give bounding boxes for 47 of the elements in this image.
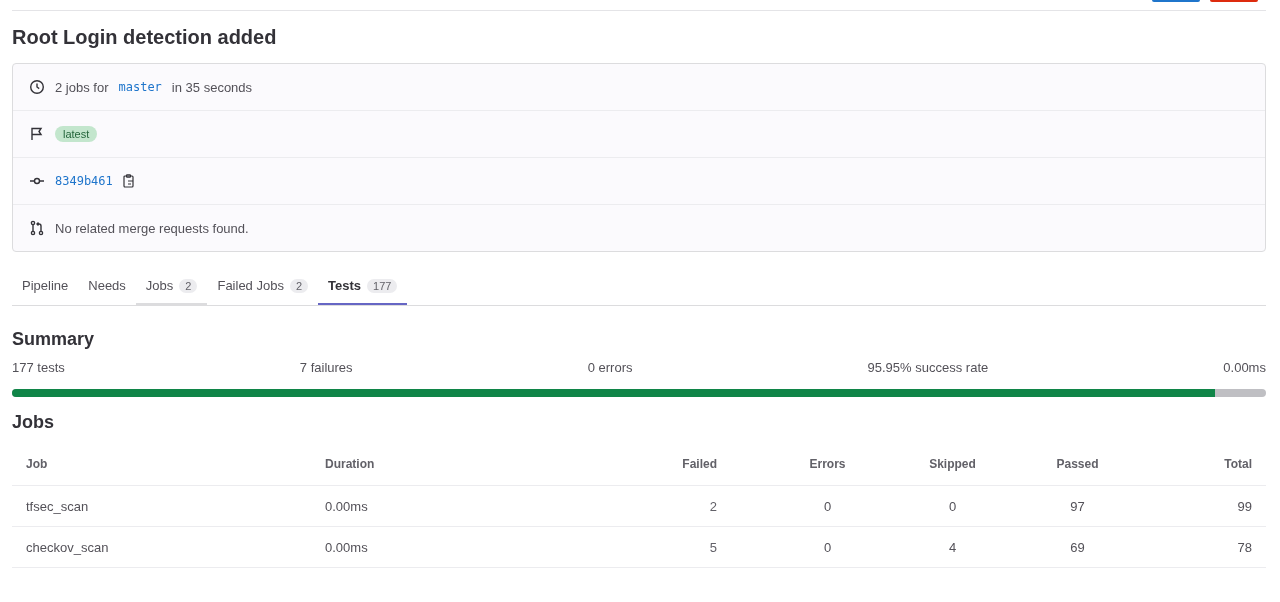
- duration-text: in 35 seconds: [171, 79, 253, 95]
- latest-badge: latest: [55, 126, 98, 142]
- table-cell: 0.00ms: [325, 498, 368, 514]
- table-cell-text: 5: [709, 539, 718, 555]
- column-header: Total: [1224, 457, 1252, 471]
- table-cell: 0: [948, 498, 957, 514]
- jobs-heading: Jobs: [12, 411, 55, 433]
- table-cell: 69: [1070, 539, 1085, 555]
- flag-icon: [29, 126, 45, 142]
- copy-icon[interactable]: [122, 174, 135, 188]
- table-cell: 78: [1237, 539, 1252, 555]
- column-header: Failed: [682, 457, 718, 471]
- tab[interactable]: Jobs 2: [135, 266, 208, 305]
- table-cell: 0: [823, 539, 832, 555]
- tab[interactable]: Failed Jobs 2: [207, 266, 319, 305]
- tab-count: 2: [289, 278, 309, 293]
- tab[interactable]: Tests 177: [318, 266, 408, 305]
- tab[interactable]: Needs: [78, 266, 136, 305]
- branch-link[interactable]: master: [118, 80, 162, 94]
- summary-stat: 95.95% success rate: [867, 360, 989, 375]
- pipeline-title: Root Login detection added: [12, 25, 278, 49]
- merge-request-icon: [29, 220, 45, 236]
- table-cell: 97: [1070, 498, 1085, 514]
- table-cell: tfsec_scan: [26, 498, 89, 514]
- tab-count: 2: [179, 278, 198, 293]
- jobs-count-text: 2 jobs for: [55, 79, 109, 95]
- tab[interactable]: Pipeline: [12, 266, 79, 305]
- table-cell: checkov_scan: [26, 539, 109, 555]
- clock-icon: [29, 79, 45, 95]
- tab-count: 177: [367, 278, 398, 293]
- column-header: Passed: [1056, 457, 1099, 471]
- column-header: Skipped: [929, 457, 976, 471]
- column-header: Job: [26, 457, 48, 471]
- table-cell: 99: [1237, 498, 1252, 514]
- merge-requests-text: No related merge requests found.: [55, 220, 249, 236]
- summary-stat: 7 failures: [299, 360, 353, 375]
- column-header: Errors: [809, 457, 846, 471]
- summary-stat: 0.00ms: [1223, 360, 1266, 375]
- summary-stat: 0 errors: [587, 360, 633, 375]
- table-cell: 0.00ms: [325, 539, 368, 555]
- table-cell: 4: [948, 539, 957, 555]
- column-header: Duration: [325, 457, 375, 471]
- table-cell-text: 2: [709, 498, 718, 514]
- summary-heading: Summary: [12, 328, 96, 350]
- commit-link[interactable]: 8349b461: [55, 174, 113, 188]
- summary-stat: 177 tests: [12, 360, 65, 375]
- table-cell: 0: [823, 498, 832, 514]
